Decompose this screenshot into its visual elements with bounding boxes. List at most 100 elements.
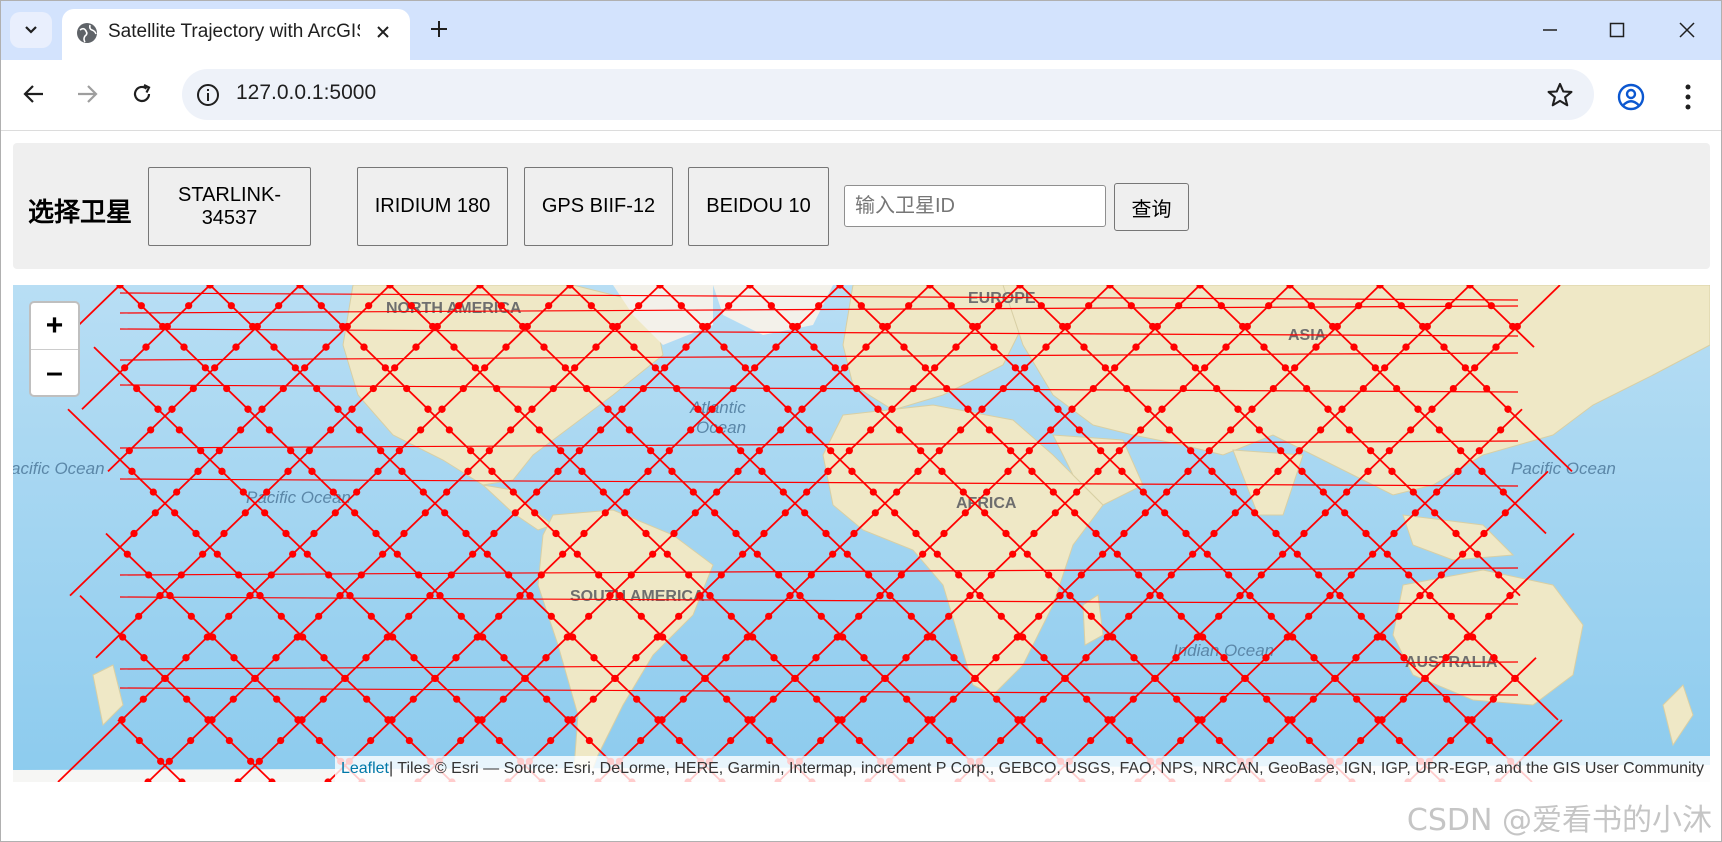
orbit-point [708,405,716,413]
zoom-in-button[interactable]: + [31,303,78,350]
orbit-point [199,550,207,558]
orbit-point [1485,612,1493,620]
orbit-point [1253,488,1261,496]
orbit-point [933,550,941,558]
orbit-point [1411,509,1419,517]
orbit-point [737,447,745,455]
more-menu-icon[interactable] [1676,82,1700,112]
orbit-point [1471,364,1479,372]
orbit-point [945,736,953,745]
orbit-point [1203,550,1211,558]
close-window-icon [1679,22,1695,38]
orbit-point [509,488,517,496]
orbit-point [658,716,666,724]
orbit-point [298,716,306,724]
url-text[interactable]: 127.0.0.1:5000 [236,81,376,105]
orbit-point [817,736,825,745]
orbit-point [161,674,169,683]
tab-search-button[interactable] [10,12,52,48]
profile-icon[interactable] [1616,82,1646,112]
orbit-point [829,550,837,558]
orbit-point [315,736,323,745]
orbit-point [1073,488,1081,496]
orbit-point [277,736,285,745]
orbit-point [118,716,126,724]
orbit-point [459,384,467,393]
forward-button[interactable] [67,74,107,114]
orbit-point [1251,509,1259,517]
close-tab-button[interactable] [368,17,398,47]
orbit-point [293,633,301,641]
orbit-point [1497,426,1505,434]
orbit-point [1414,405,1422,413]
reload-button[interactable] [122,74,162,114]
orbit-point [1504,405,1512,413]
new-tab-button[interactable] [422,12,456,46]
orbit-point [424,405,432,413]
orbit-point [767,302,775,310]
orbit-point [755,447,763,455]
orbit-point [1215,736,1223,745]
orbit-point [1267,736,1275,745]
orbit-point [1165,426,1173,434]
address-bar[interactable]: 127.0.0.1:5000 [182,69,1594,120]
orbit-point [999,384,1007,393]
map-container[interactable]: NORTH AMERICA EUROPE ASIA AFRICA SOUTH A… [13,285,1710,782]
minimize-button[interactable] [1530,10,1570,50]
orbit-point [1369,550,1377,558]
satellite-button-beidou[interactable]: BEIDOU 10 [688,167,829,246]
bookmark-star-icon[interactable] [1546,81,1574,109]
orbit-point [1225,571,1233,579]
orbit-point [765,736,773,745]
orbit-point [1350,343,1358,351]
satellite-button-iridium[interactable]: IRIDIUM 180 [357,167,508,246]
plus-icon [431,21,447,37]
minimize-icon [1543,29,1557,31]
orbit-point [379,550,387,558]
orbit-point [151,509,159,517]
site-info-icon[interactable] [196,83,220,107]
orbit-point [923,633,931,641]
orbit-point [580,529,588,538]
close-window-button[interactable] [1667,10,1707,50]
orbit-point [653,633,661,641]
query-button[interactable]: 查询 [1114,183,1189,231]
orbit-point [931,364,939,372]
orbit-point [895,426,903,434]
orbit-point [137,302,145,310]
orbit-point [1400,654,1408,662]
orbit-point [1130,654,1138,662]
orbit-point [1002,529,1010,538]
orbit-point [409,695,417,703]
orbit-point [817,612,825,620]
orbit-point [1257,571,1265,579]
orbit-point [1201,364,1209,372]
zoom-control: + – [29,301,80,397]
orbit-point [1222,343,1230,351]
orbit-point [320,654,328,662]
browser-tab[interactable]: Satellite Trajectory with ArcGIS [62,9,410,60]
orbit-point [331,509,339,517]
orbit-point [1319,488,1327,496]
orbit-point [133,384,141,393]
maximize-button[interactable] [1597,10,1637,50]
orbit-point [400,529,408,538]
orbit-point [1310,654,1318,662]
leaflet-link[interactable]: Leaflet [341,760,389,778]
orbit-point [467,447,475,455]
satellite-button-starlink[interactable]: STARLINK-34537 [148,167,311,246]
orbit-point [185,302,193,310]
orbit-point [407,302,415,310]
orbit-point [1277,447,1285,455]
satellite-button-gps[interactable]: GPS BIIF-12 [524,167,673,246]
orbit-point [1132,343,1140,351]
zoom-out-button[interactable]: – [31,350,78,395]
back-button[interactable] [14,74,54,114]
orbit-point [1324,405,1332,413]
orbit-point [180,343,188,351]
orbit-point [1156,592,1164,600]
satellite-id-input[interactable] [844,185,1106,227]
orbit-point [1495,571,1503,579]
orbit-point [481,364,489,372]
orbit-point [1357,612,1365,620]
